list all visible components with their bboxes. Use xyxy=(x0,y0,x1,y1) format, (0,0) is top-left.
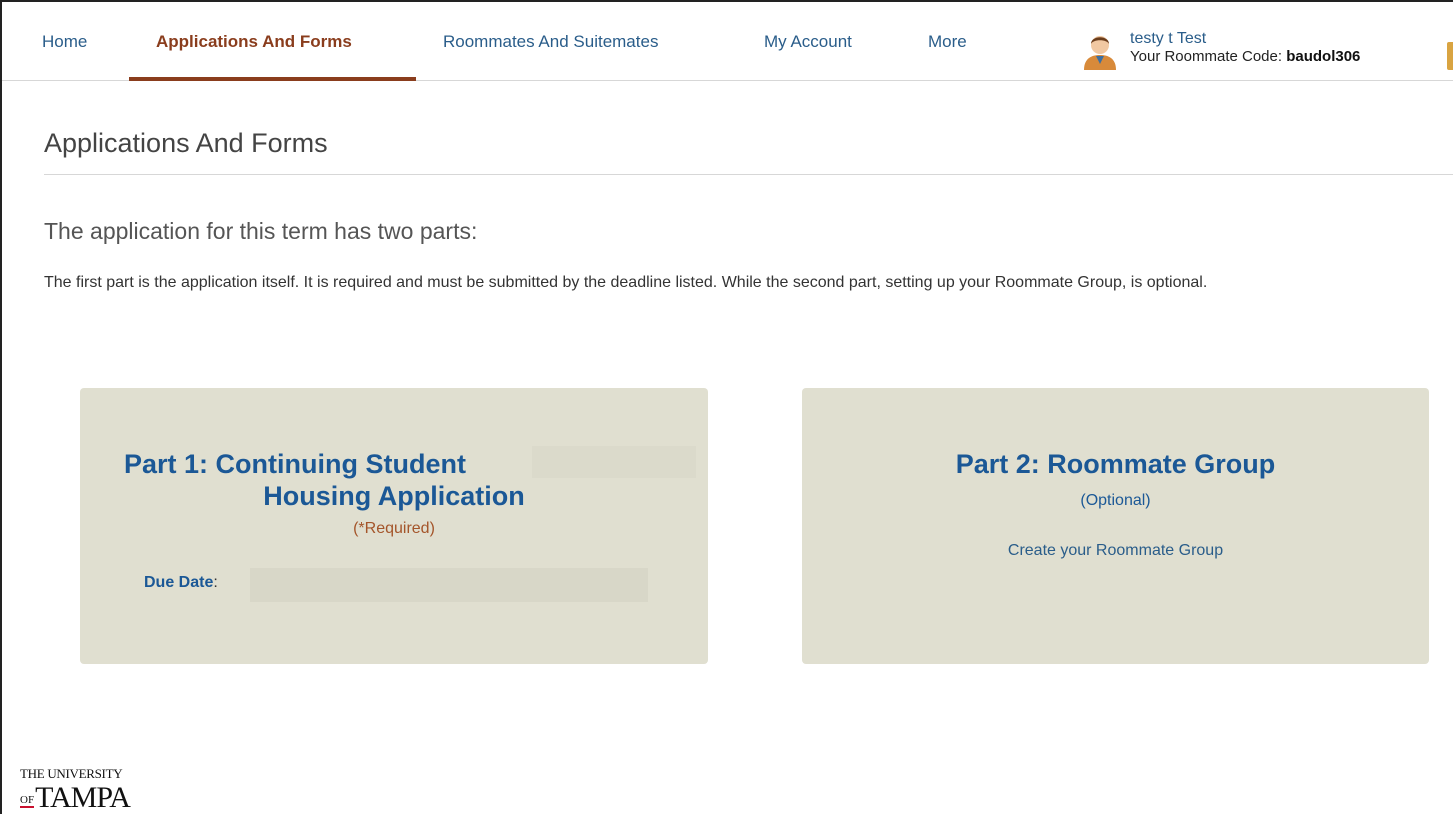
logo-of: OF xyxy=(20,794,35,808)
top-nav: Home Applications And Forms Roommates An… xyxy=(2,2,1453,81)
user-text: testy t Test Your Roommate Code: baudol3… xyxy=(1130,30,1360,66)
part1-title-line1[interactable]: Part 1: Continuing Student xyxy=(124,448,466,480)
due-date-label-text: Due Date xyxy=(144,574,214,591)
part1-title-line2[interactable]: Housing Application xyxy=(80,480,708,512)
logo-line1: THE UNIVERSITY xyxy=(20,766,123,781)
university-logo: THE UNIVERSITY OF TAMPA xyxy=(20,766,131,814)
page-title: Applications And Forms xyxy=(44,128,328,158)
user-info[interactable]: testy t Test Your Roommate Code: baudol3… xyxy=(1080,30,1360,70)
active-tab-underline xyxy=(129,77,416,81)
logo-name: TAMPA xyxy=(35,781,131,814)
user-avatar-icon xyxy=(1084,36,1116,70)
nav-roommates-and-suitemates[interactable]: Roommates And Suitemates xyxy=(443,2,658,81)
logo-line2: OF TAMPA xyxy=(20,781,131,814)
roommate-code: baudol306 xyxy=(1286,48,1361,65)
roommate-code-line: Your Roommate Code: baudol306 xyxy=(1130,48,1360,66)
due-date-label: Due Date: xyxy=(144,574,218,592)
redacted-region xyxy=(532,446,696,478)
part1-card: Part 1: Continuing Student Housing Appli… xyxy=(80,388,708,664)
required-label: (*Required) xyxy=(353,520,435,537)
title-divider xyxy=(44,174,1453,175)
create-roommate-group-link[interactable]: Create your Roommate Group xyxy=(802,542,1429,560)
nav-more[interactable]: More xyxy=(928,2,967,81)
part2-title: Part 2: Roommate Group xyxy=(955,449,1276,479)
intro-text: The first part is the application itself… xyxy=(44,274,1208,291)
part2-card: Part 2: Roommate Group (Optional) Create… xyxy=(802,388,1429,664)
optional-label: (Optional) xyxy=(1080,492,1151,509)
due-date-colon: : xyxy=(213,574,218,591)
user-name[interactable]: testy t Test xyxy=(1130,30,1360,48)
intro-heading: The application for this term has two pa… xyxy=(44,218,478,244)
nav-my-account[interactable]: My Account xyxy=(764,2,852,81)
due-date-redacted xyxy=(250,568,648,602)
side-tab[interactable] xyxy=(1447,42,1453,70)
nav-home[interactable]: Home xyxy=(42,2,87,81)
roommate-code-label: Your Roommate Code: xyxy=(1130,48,1287,65)
nav-applications-and-forms[interactable]: Applications And Forms xyxy=(156,2,352,81)
